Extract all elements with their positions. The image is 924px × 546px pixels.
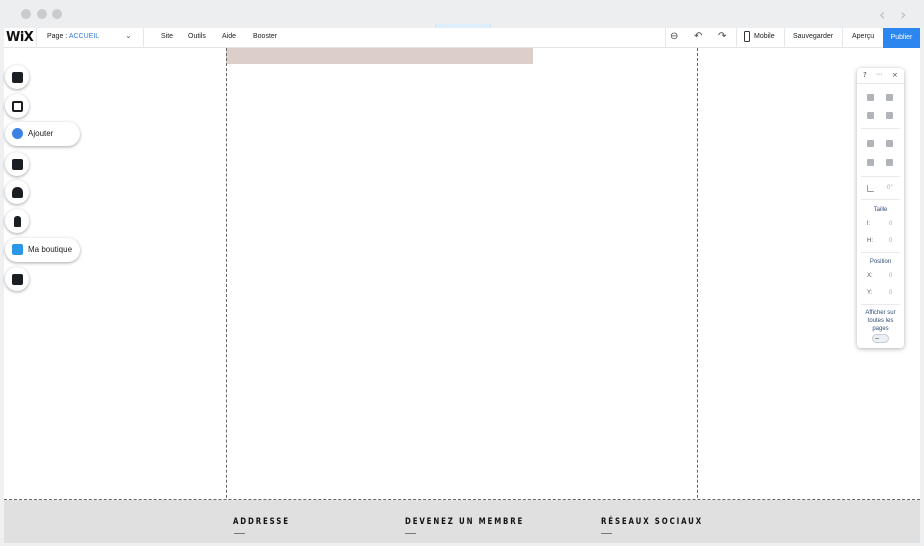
background-button[interactable] xyxy=(5,94,29,118)
add-button[interactable]: Ajouter xyxy=(5,122,80,146)
back-arrow-icon[interactable]: ‹ xyxy=(879,5,885,24)
my-store-button[interactable]: Ma boutique xyxy=(5,238,80,262)
redo-icon[interactable]: ↷ xyxy=(718,31,726,42)
menu-booster[interactable]: Booster xyxy=(253,33,277,40)
page-selector-value: ACCUEIL xyxy=(68,33,100,40)
panel-header: ? ⋯ × xyxy=(857,68,904,84)
divider xyxy=(36,28,37,48)
show-all-pages-label: Afficher sur toutes les pages xyxy=(865,310,896,332)
header-image-strip[interactable] xyxy=(226,48,533,64)
x-field[interactable]: 0 xyxy=(889,273,892,279)
drag-handle-icon[interactable]: ⋯ xyxy=(876,71,882,78)
layout-tools-panel: ? ⋯ × 0° Taille l: 0 H: 0 Position X: 0 … xyxy=(857,68,904,348)
add-button-label: Ajouter xyxy=(28,129,54,138)
footer-title-social[interactable]: RÉSEAUX SOCIAUX xyxy=(601,517,703,527)
shopping-bag-icon xyxy=(12,244,23,255)
forward-arrow-icon[interactable]: › xyxy=(900,5,906,24)
mobile-button[interactable]: Mobile xyxy=(754,33,775,40)
calendar-icon xyxy=(11,273,23,285)
browser-window: ‹ › WiX Page : ACCUEIL ⌄ Site Outils Aid… xyxy=(0,0,924,546)
preview-button[interactable]: Aperçu xyxy=(852,33,874,40)
distribute-icon[interactable] xyxy=(867,159,874,166)
toggle-knob xyxy=(875,338,879,339)
divider xyxy=(736,28,737,48)
window-maximize-dot[interactable] xyxy=(52,9,62,19)
background-icon xyxy=(11,100,23,112)
panel-divider xyxy=(861,304,900,305)
height-field[interactable]: 0 xyxy=(889,238,892,244)
panel-divider xyxy=(861,252,900,253)
help-icon[interactable]: ? xyxy=(863,71,867,79)
menu-outils[interactable]: Outils xyxy=(188,33,206,40)
page-selector[interactable]: Page : ACCUEIL xyxy=(47,33,99,40)
size-label: Taille xyxy=(873,207,888,213)
apps-grid-icon xyxy=(11,158,23,170)
footer-title-member[interactable]: DEVENEZ UN MEMBRE xyxy=(405,517,524,527)
divider xyxy=(842,28,843,48)
menus-pages-button[interactable] xyxy=(5,65,29,89)
save-button[interactable]: Sauvegarder xyxy=(793,33,833,40)
left-gridline xyxy=(226,48,227,543)
panel-divider xyxy=(861,199,900,200)
my-store-label: Ma boutique xyxy=(28,245,73,254)
width-label: l: xyxy=(867,221,870,227)
rotate-angle-icon[interactable] xyxy=(867,185,874,192)
x-label: X: xyxy=(867,273,873,279)
site-footer[interactable]: ADDRESSE DEVENEZ UN MEMBRE RÉSEAUX SOCIA… xyxy=(4,500,920,543)
add-plus-icon xyxy=(12,128,23,139)
panel-divider xyxy=(861,176,900,177)
wix-logo[interactable]: WiX xyxy=(6,30,34,45)
paste-icon[interactable] xyxy=(886,94,893,101)
height-label: H: xyxy=(867,238,873,244)
divider xyxy=(143,28,144,48)
y-label: Y: xyxy=(867,290,873,296)
window-minimize-dot[interactable] xyxy=(37,9,47,19)
window-close-dot[interactable] xyxy=(21,9,31,19)
pen-nib-icon xyxy=(13,215,21,227)
footer-underline xyxy=(601,533,612,534)
cloud-upload-icon xyxy=(11,186,23,198)
width-field[interactable]: 0 xyxy=(889,221,892,227)
copy-icon[interactable] xyxy=(867,94,874,101)
arrange-icon[interactable] xyxy=(867,140,874,147)
divider xyxy=(784,28,785,48)
mobile-icon[interactable] xyxy=(744,31,750,42)
menu-site[interactable]: Site xyxy=(161,33,173,40)
bookings-button[interactable] xyxy=(5,267,29,291)
menu-aide[interactable]: Aide xyxy=(222,33,236,40)
editor-canvas[interactable]: ADDRESSE DEVENEZ UN MEMBRE RÉSEAUX SOCIA… xyxy=(4,48,920,543)
zoom-out-icon[interactable]: ⊖ xyxy=(670,31,678,42)
add-apps-button[interactable] xyxy=(5,152,29,176)
match-size-icon[interactable] xyxy=(886,159,893,166)
blog-button[interactable] xyxy=(5,209,29,233)
divider xyxy=(665,28,666,48)
pages-icon xyxy=(11,71,23,83)
position-label: Position xyxy=(869,259,892,265)
footer-underline xyxy=(405,533,416,534)
trash-icon[interactable] xyxy=(886,112,893,119)
publish-button[interactable]: Publier xyxy=(883,28,920,48)
right-gridline xyxy=(697,48,698,543)
upload-media-button[interactable] xyxy=(5,180,29,204)
footer-title-address[interactable]: ADDRESSE xyxy=(233,517,290,527)
footer-underline xyxy=(234,533,245,534)
y-field[interactable]: 0 xyxy=(889,290,892,296)
chevron-down-icon[interactable]: ⌄ xyxy=(125,31,132,40)
rotation-value[interactable]: 0° xyxy=(887,185,893,191)
align-icon[interactable] xyxy=(886,140,893,147)
close-icon[interactable]: × xyxy=(892,71,898,79)
editor-topbar: WiX Page : ACCUEIL ⌄ Site Outils Aide Bo… xyxy=(4,28,920,48)
panel-divider xyxy=(861,128,900,129)
duplicate-icon[interactable] xyxy=(867,112,874,119)
footer-gridline xyxy=(4,499,920,500)
page-selector-label: Page : xyxy=(47,33,68,40)
undo-icon[interactable]: ↶ xyxy=(694,31,702,42)
show-all-pages-toggle[interactable] xyxy=(872,334,889,343)
